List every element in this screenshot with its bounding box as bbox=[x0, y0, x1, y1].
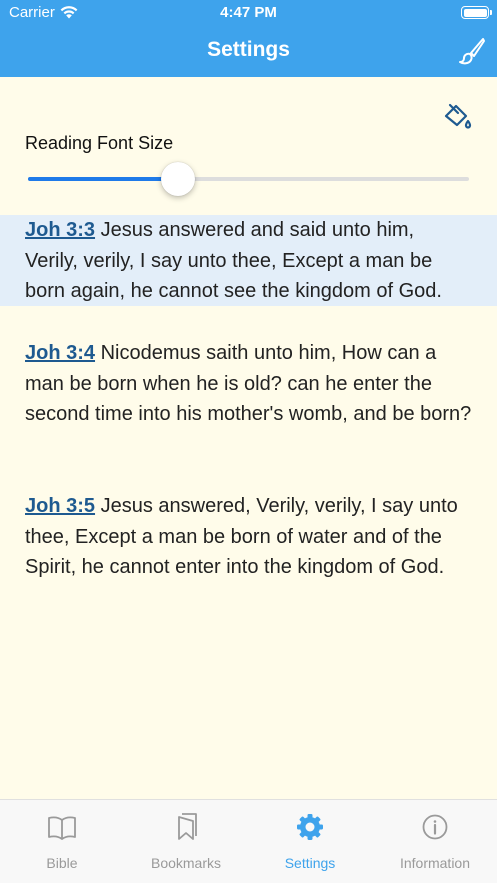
verse-reference-link[interactable]: Joh 3:4 bbox=[25, 342, 95, 364]
status-time: 4:47 PM bbox=[220, 4, 277, 21]
brush-icon[interactable] bbox=[457, 36, 487, 66]
book-icon bbox=[48, 816, 76, 840]
verse-item: Joh 3:4 Nicodemus saith unto him, How ca… bbox=[0, 338, 497, 430]
slider-fill bbox=[28, 177, 178, 181]
gear-icon bbox=[297, 814, 323, 840]
tab-label: Bookmarks bbox=[150, 855, 222, 871]
slider-thumb[interactable] bbox=[160, 162, 195, 196]
battery-icon bbox=[461, 6, 492, 19]
paint-bucket-icon[interactable] bbox=[441, 102, 473, 134]
verse-item: Joh 3:5 Jesus answered, Verily, verily, … bbox=[0, 491, 497, 583]
tab-information[interactable]: Information bbox=[373, 800, 497, 883]
navigation-bar: Settings bbox=[0, 26, 497, 77]
tab-label: Information bbox=[399, 855, 471, 871]
tab-settings[interactable]: Settings bbox=[248, 800, 372, 883]
tab-bookmarks[interactable]: Bookmarks bbox=[124, 800, 248, 883]
verse-reference-link[interactable]: Joh 3:3 bbox=[25, 219, 95, 241]
verse-reference-link[interactable]: Joh 3:5 bbox=[25, 495, 95, 517]
bookmark-icon bbox=[178, 813, 197, 840]
tab-label: Bible bbox=[46, 855, 78, 871]
tab-label: Settings bbox=[284, 855, 336, 871]
status-bar: Carrier 4:47 PM bbox=[0, 0, 497, 26]
page-title: Settings bbox=[207, 38, 290, 61]
tab-bar: Bible Bookmarks Settings Information bbox=[0, 799, 497, 883]
font-size-label: Reading Font Size bbox=[25, 133, 174, 153]
verse-item: Joh 3:3 Jesus answered and said unto him… bbox=[0, 215, 497, 306]
info-icon bbox=[422, 814, 448, 840]
font-size-slider[interactable] bbox=[28, 162, 469, 196]
tab-bible[interactable]: Bible bbox=[0, 800, 124, 883]
